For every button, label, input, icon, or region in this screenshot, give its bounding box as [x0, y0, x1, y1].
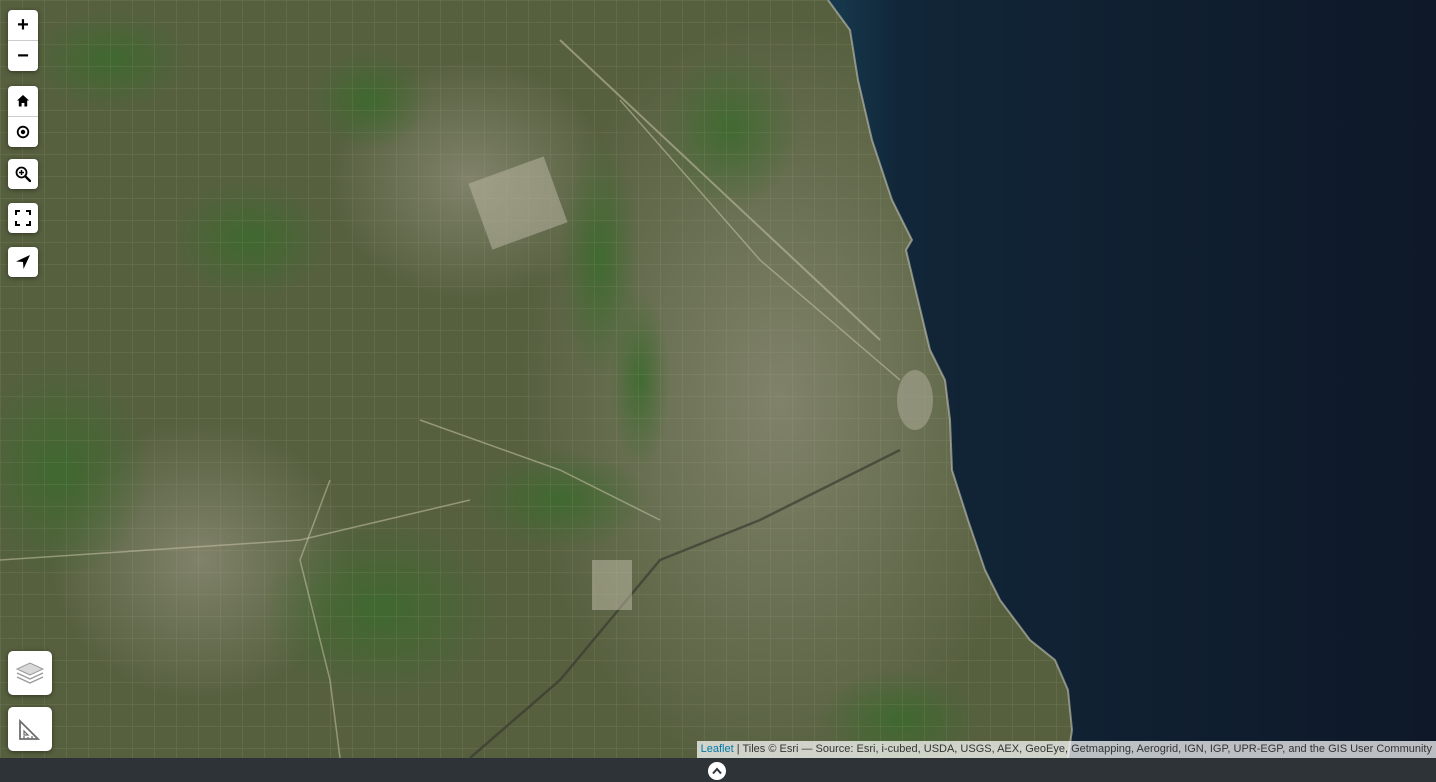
- zoom-box-button[interactable]: [8, 159, 38, 189]
- map-view[interactable]: + − Leaflet | Tiles © Esri — Source: Esr…: [0, 0, 1436, 758]
- home-icon: [17, 95, 29, 107]
- zoom-out-button[interactable]: −: [8, 40, 38, 71]
- navigate-control: [8, 247, 38, 277]
- satellite-imagery: [0, 0, 1436, 758]
- chevron-up-icon: [712, 767, 722, 775]
- attribution-text: | Tiles © Esri — Source: Esri, i-cubed, …: [733, 743, 1432, 755]
- home-button[interactable]: [8, 86, 38, 116]
- fullscreen-icon: [15, 210, 31, 226]
- fullscreen-button[interactable]: [8, 203, 38, 233]
- locate-button[interactable]: [8, 116, 38, 147]
- map-attribution: Leaflet | Tiles © Esri — Source: Esri, i…: [696, 741, 1436, 758]
- layers-button[interactable]: [8, 651, 52, 695]
- footer-bar: [0, 758, 1436, 782]
- zoom-in-button[interactable]: +: [8, 10, 38, 40]
- layers-icon: [15, 662, 45, 684]
- measure-button[interactable]: [8, 707, 52, 751]
- zoom-box-control: [8, 159, 38, 189]
- navigate-arrow-icon: [16, 255, 30, 269]
- home-locate-control: [8, 86, 38, 147]
- measure-icon: [19, 718, 41, 740]
- zoom-control: + −: [8, 10, 38, 71]
- locate-target-icon: [16, 125, 30, 139]
- expand-panel-button[interactable]: [708, 762, 726, 780]
- leaflet-link[interactable]: Leaflet: [701, 743, 734, 755]
- fullscreen-control: [8, 203, 38, 233]
- navigate-button[interactable]: [8, 247, 38, 277]
- zoom-box-icon: [15, 166, 31, 182]
